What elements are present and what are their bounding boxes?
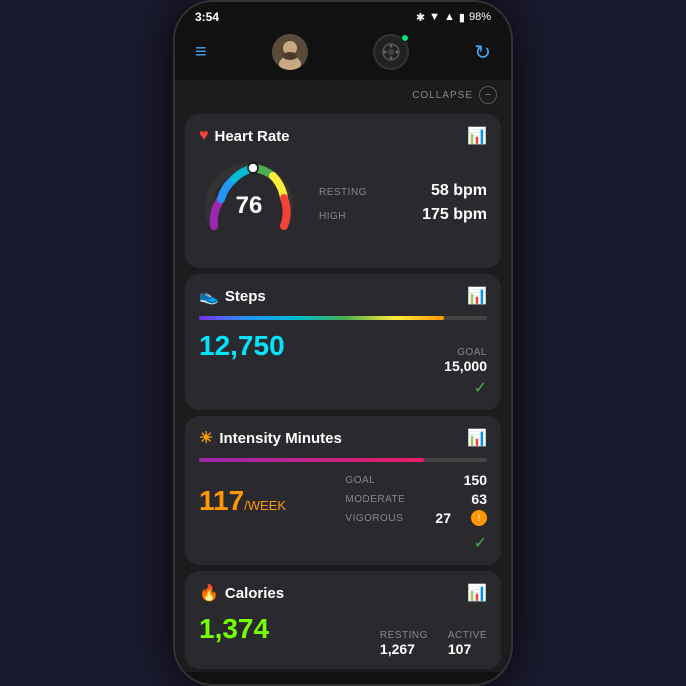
steps-card: 👟 Steps 📊 12,750 GOAL 15,000 ✓ [185,274,501,410]
intensity-check-icon: ✓ [199,533,487,553]
calories-chart-icon[interactable]: 📊 [467,583,487,603]
collapse-label: COLLAPSE [412,90,473,101]
intensity-chart-icon[interactable]: 📊 [467,428,487,448]
vigorous-badge: ! [471,510,487,526]
menu-icon[interactable]: ≡ [195,41,207,64]
wifi-icon: ▲ [444,11,455,23]
bluetooth-icon: ✱ [416,11,425,24]
heart-rate-stats: RESTING 58 bpm HIGH 175 bpm [319,182,487,230]
vigorous-row: VIGOROUS 27 ! [345,510,487,526]
heart-rate-value: 76 [236,192,263,220]
intensity-value-group: 117/WEEK [199,485,286,517]
resting-row: RESTING 58 bpm [319,182,487,200]
collapse-button[interactable]: − [479,86,497,104]
main-content: COLLAPSE − ♥ Heart Rate 📊 [175,80,511,672]
phone-frame: 3:54 ✱ ▼ ▲ ▮ 98% ≡ [173,0,513,686]
steps-chart-icon[interactable]: 📊 [467,286,487,306]
heart-icon: ♥ [199,127,209,145]
battery-icon: ▮ [459,11,465,24]
calories-header: 🔥 Calories 📊 [199,583,487,603]
nav-bar: ≡ ↻ [175,28,511,80]
intensity-stats: GOAL 150 MODERATE 63 VIGOROUS 27 ! [345,472,487,529]
device-online-dot [401,34,409,42]
status-time: 3:54 [195,10,219,24]
collapse-bar: COLLAPSE − [175,80,511,108]
intensity-progress-bar [199,458,487,462]
heart-rate-header: ♥ Heart Rate 📊 [199,126,487,146]
steps-icon: 👟 [199,286,219,306]
intensity-bar-fill [199,458,424,462]
heart-rate-gauge: 76 [199,156,299,256]
steps-progress-bar [199,316,487,320]
high-row: HIGH 175 bpm [319,206,487,224]
calories-resting: RESTING 1,267 [380,630,428,657]
heart-rate-chart-icon[interactable]: 📊 [467,126,487,146]
steps-bar-fill [199,316,444,320]
intensity-value: 117 [199,485,244,516]
intensity-header: ☀ Intensity Minutes 📊 [199,428,487,448]
calories-card: 🔥 Calories 📊 1,374 RESTING 1,267 ACTIVE … [185,571,501,669]
heart-rate-card: ♥ Heart Rate 📊 [185,114,501,268]
avatar[interactable] [272,34,308,70]
steps-header: 👟 Steps 📊 [199,286,487,306]
steps-title: 👟 Steps [199,286,266,306]
steps-body: 12,750 GOAL 15,000 [199,330,487,374]
goal-row: GOAL 150 [345,472,487,488]
calories-active: ACTIVE 107 [448,630,487,657]
calories-detail: RESTING 1,267 ACTIVE 107 [380,630,487,657]
calories-body: 1,374 RESTING 1,267 ACTIVE 107 [199,613,487,657]
sync-icon[interactable]: ↻ [474,40,491,65]
status-icons: ✱ ▼ ▲ ▮ 98% [416,11,491,24]
flame-icon: 🔥 [199,583,219,603]
steps-value: 12,750 [199,330,285,362]
steps-check-icon: ✓ [199,378,487,398]
heart-rate-body: 76 RESTING 58 bpm HIGH 175 bpm [199,156,487,256]
intensity-card: ☀ Intensity Minutes 📊 117/WEEK GOAL 150 [185,416,501,565]
signal-icon: ▼ [429,11,440,23]
intensity-title: ☀ Intensity Minutes [199,428,342,448]
heart-rate-title: ♥ Heart Rate [199,127,290,145]
calories-value: 1,374 [199,613,269,645]
intensity-icon: ☀ [199,428,213,448]
battery-value: 98% [469,11,491,23]
device-icon[interactable] [373,34,409,70]
steps-goal: GOAL 15,000 [444,347,487,374]
intensity-unit: /WEEK [244,498,286,513]
status-bar: 3:54 ✱ ▼ ▲ ▮ 98% [175,2,511,28]
intensity-body: 117/WEEK GOAL 150 MODERATE 63 VIGOROUS 2… [199,472,487,529]
calories-title: 🔥 Calories [199,583,284,603]
moderate-row: MODERATE 63 [345,491,487,507]
